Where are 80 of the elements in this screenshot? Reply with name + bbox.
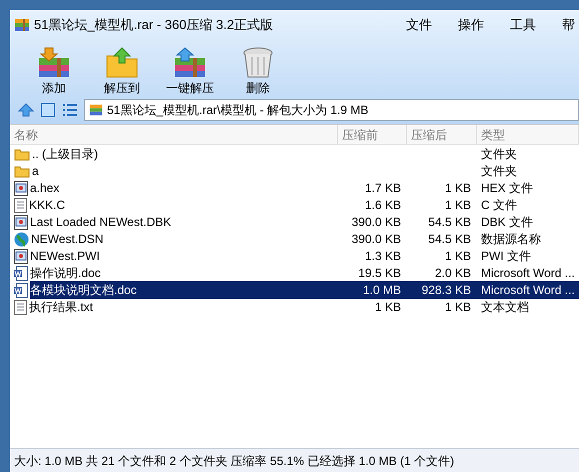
globe-icon [14,232,29,246]
table-cell-text: 1 KB [444,197,472,214]
toolbar-button[interactable]: 添加 [20,46,88,96]
table-cell-text: 1 KB [374,299,402,316]
file-row[interactable]: .. (上级目录) 文件夹 [10,145,579,162]
table-cell-text: 54.5 KB [427,214,472,231]
file-name: 各模块说明文档.doc [30,281,338,299]
archive-icon [89,103,103,117]
table-cell-text: 1 KB [444,248,472,265]
file-name: .. (上级目录) [32,146,98,163]
table-cell-text: 2.0 KB [434,265,472,282]
table-cell-text: PWI 文件 [480,248,532,265]
trash-bin-icon [241,46,275,80]
menu-item[interactable]: 文件 [406,15,432,35]
file-row[interactable]: a.hex 1.7 KB 1 KB HEX 文件 [10,179,579,196]
table-cell-text: Microsoft Word ... [480,265,576,282]
table-cell-text: 文本文档 [480,299,530,316]
window-file-icon [14,214,28,230]
file-name: Last Loaded NEWest.DBK [30,214,172,231]
list-view-icon[interactable] [62,102,78,118]
file-row[interactable]: NEWest.PWI 1.3 KB 1 KB PWI 文件 [10,247,579,264]
table-cell-text: 1.3 KB [364,248,402,265]
menu-item[interactable]: 帮 [562,15,575,35]
archive-stack-icon [37,46,71,80]
table-cell-text: 数据源名称 [480,231,542,248]
table-cell-text: 1.6 KB [364,197,402,214]
up-arrow-icon[interactable] [18,102,34,118]
file-name: KKK.C [29,197,66,214]
table-cell-text: DBK 文件 [480,214,534,231]
folder-icon [14,148,30,160]
file-row[interactable]: 执行结果.txt 1 KB 1 KB 文本文档 [10,298,579,315]
file-name: NEWest.PWI [30,248,100,265]
toolbar-button[interactable]: 解压到 [88,46,156,96]
table-cell-text: 1 KB [444,180,472,197]
window-file-icon [14,180,28,196]
file-row[interactable]: a 文件夹 [10,162,579,179]
table-cell-text: HEX 文件 [480,180,534,197]
column-header[interactable]: 压缩后 [407,125,477,144]
file-row[interactable]: 各模块说明文档.doc 1.0 MB 928.3 KB Microsoft Word ... [10,281,579,298]
file-name: a [32,163,39,180]
file-row[interactable]: 操作说明.doc 19.5 KB 2.0 KB Microsoft Word ... [10,264,579,281]
document-icon [14,282,28,298]
column-header[interactable]: 名称 [10,125,338,144]
toolbar-button[interactable]: 一键解压 [156,46,224,96]
document-icon [14,266,28,280]
file-row[interactable]: NEWest.DSN 390.0 KB 54.5 KB 数据源名称 [10,230,579,247]
table-cell-text: 1 KB [444,299,472,316]
toolbar-button[interactable]: 删除 [224,46,292,96]
file-row[interactable]: Last Loaded NEWest.DBK 390.0 KB 54.5 KB DBK 文件 [10,213,579,230]
file-name: 执行结果.txt [29,299,94,316]
column-header[interactable]: 类型 [477,125,579,144]
file-row[interactable]: KKK.C 1.6 KB 1 KB C 文件 [10,196,579,213]
file-name: a.hex [30,180,60,197]
window-file-icon [14,248,28,264]
text-file-icon [14,198,27,212]
folder-up-arrow-icon [105,46,139,80]
table-cell-text: 19.5 KB [357,265,402,282]
folder-icon [14,164,30,178]
address-field[interactable]: 51黑论坛_模型机.rar\模型机 - 解包大小为 1.9 MB [84,99,579,121]
table-cell: 928.3 KB [407,281,477,299]
file-name: 操作说明.doc [30,265,101,282]
text-file-icon [14,300,27,314]
menu-item[interactable]: 操作 [458,15,484,35]
table-cell-text: C 文件 [480,197,518,214]
archive-icon [14,17,30,33]
column-header[interactable]: 压缩前 [338,125,407,144]
file-name: NEWest.DSN [31,231,104,248]
table-cell-text: 390.0 KB [350,214,402,231]
menu-item[interactable]: 工具 [510,15,536,35]
archive-stack-icon [173,46,207,80]
table-cell-text: 390.0 KB [350,231,402,248]
window-title: 51黑论坛_模型机.rar - 360压缩 3.2正式版 [34,16,274,34]
table-cell-text: 文件夹 [480,163,518,180]
thumbnail-view-icon[interactable] [40,102,56,118]
table-cell-text: 1.7 KB [364,180,402,197]
table-cell-text: 文件夹 [480,146,518,163]
table-cell-text: 54.5 KB [427,231,472,248]
status-bar: 大小: 1.0 MB 共 21 个文件和 2 个文件夹 压缩率 55.1% 已经选择 1.0 MB (1 个文件) [10,448,579,472]
table-cell: Microsoft Word ... [477,281,579,299]
table-cell: 1.0 MB [338,281,407,299]
